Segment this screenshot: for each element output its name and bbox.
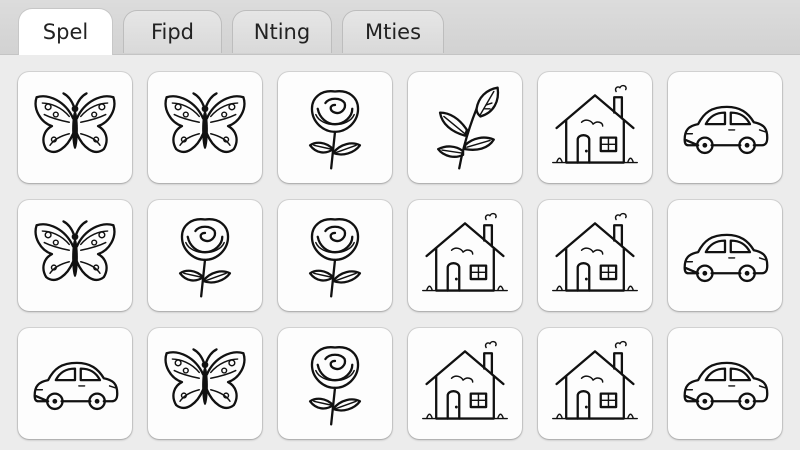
butterfly-icon xyxy=(27,80,123,176)
house-icon xyxy=(547,208,643,304)
tab-label: Spel xyxy=(42,20,89,44)
grid-card[interactable] xyxy=(538,200,652,311)
grid-card[interactable] xyxy=(18,200,132,311)
grid-card[interactable] xyxy=(668,72,782,183)
car-icon xyxy=(677,336,773,432)
grid-card[interactable] xyxy=(538,72,652,183)
grid-card[interactable] xyxy=(408,72,522,183)
grid-card[interactable] xyxy=(18,328,132,439)
grid-card[interactable] xyxy=(278,200,392,311)
grid-card[interactable] xyxy=(148,328,262,439)
grid-card[interactable] xyxy=(278,328,392,439)
tab-nting[interactable]: Nting xyxy=(232,10,332,53)
house-icon xyxy=(547,80,643,176)
house-icon xyxy=(547,336,643,432)
tab-spel[interactable]: Spel xyxy=(18,8,113,55)
grid-card[interactable] xyxy=(408,328,522,439)
tab-bar: Spel Fipd Nting Mties xyxy=(0,0,800,55)
tab-fipd[interactable]: Fipd xyxy=(123,10,222,53)
butterfly-icon xyxy=(157,336,253,432)
tab-label: Mties xyxy=(364,20,422,44)
grid-card[interactable] xyxy=(408,200,522,311)
leaf-icon xyxy=(417,80,513,176)
house-icon xyxy=(417,336,513,432)
grid-card[interactable] xyxy=(278,72,392,183)
tab-mties[interactable]: Mties xyxy=(342,10,444,53)
rose-icon xyxy=(287,80,383,176)
car-icon xyxy=(677,208,773,304)
grid-card[interactable] xyxy=(18,72,132,183)
rose-icon xyxy=(157,208,253,304)
house-icon xyxy=(417,208,513,304)
grid-card[interactable] xyxy=(148,72,262,183)
icon-grid xyxy=(0,55,800,450)
butterfly-icon xyxy=(27,208,123,304)
car-icon xyxy=(677,80,773,176)
grid-card[interactable] xyxy=(668,200,782,311)
car-icon xyxy=(27,336,123,432)
butterfly-icon xyxy=(157,80,253,176)
tab-label: Nting xyxy=(253,20,311,44)
tab-label: Fipd xyxy=(150,20,195,44)
rose-icon xyxy=(287,336,383,432)
grid-card[interactable] xyxy=(538,328,652,439)
rose-icon xyxy=(287,208,383,304)
grid-card[interactable] xyxy=(668,328,782,439)
grid-card[interactable] xyxy=(148,200,262,311)
